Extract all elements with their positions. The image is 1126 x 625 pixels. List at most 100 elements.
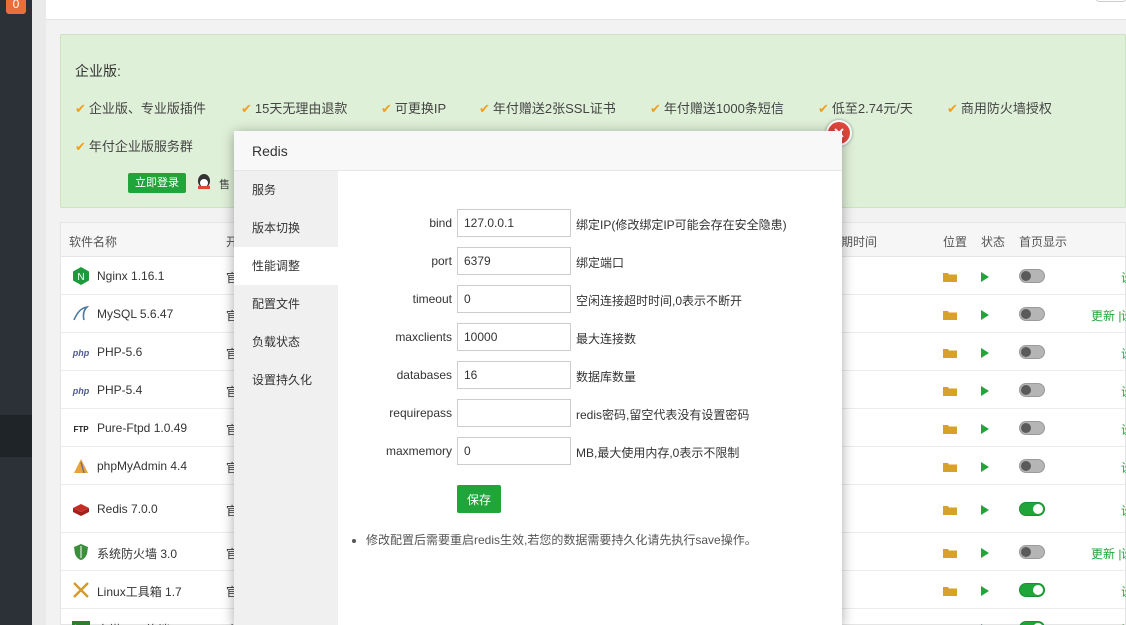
settings-link[interactable]: 设: [1121, 459, 1126, 476]
menu-item-load-status[interactable]: 负载状态: [234, 323, 338, 361]
phpmyadmin-icon: [74, 459, 88, 474]
home-display-toggle[interactable]: [1019, 383, 1045, 397]
folder-icon[interactable]: [943, 548, 957, 558]
login-button[interactable]: 立即登录: [128, 173, 186, 193]
check-icon: ✔: [947, 101, 958, 116]
folder-icon[interactable]: [943, 505, 957, 515]
home-display-toggle[interactable]: [1019, 502, 1045, 516]
field-hint: 绑定端口: [576, 256, 625, 270]
php-icon: php: [72, 386, 90, 396]
svg-text:N: N: [77, 272, 84, 283]
home-display-toggle[interactable]: [1019, 459, 1045, 473]
settings-link[interactable]: 设: [1121, 502, 1126, 519]
play-icon[interactable]: [981, 310, 989, 320]
home-display-toggle[interactable]: [1019, 545, 1045, 559]
qq-icon[interactable]: [193, 172, 215, 190]
promo-feature: ✔ 15天无理由退款: [241, 101, 348, 116]
check-icon: ✔: [381, 101, 392, 116]
promo-feature: ✔ 年付赠送2张SSL证书: [479, 101, 616, 116]
promo-feature: ✔ 商用防火墙授权: [947, 101, 1052, 116]
notification-badge[interactable]: 0: [6, 0, 26, 14]
play-icon[interactable]: [981, 386, 989, 396]
redis-icon: [73, 504, 89, 516]
home-display-toggle[interactable]: [1019, 421, 1045, 435]
field-hint: 最大连接数: [576, 332, 637, 346]
timeout-input[interactable]: [457, 285, 571, 313]
play-icon[interactable]: [981, 272, 989, 282]
home-display-toggle[interactable]: [1019, 621, 1045, 625]
play-icon[interactable]: [981, 548, 989, 558]
settings-link[interactable]: 设: [1121, 621, 1126, 625]
promo-feature: ✔ 低至2.74元/天: [818, 101, 913, 116]
play-icon[interactable]: [981, 586, 989, 596]
field-hint: 空闲连接超时时间,0表示不断开: [576, 294, 743, 308]
menu-item-performance[interactable]: 性能调整: [234, 247, 338, 285]
sidebar-active-band: [0, 415, 32, 457]
software-name: MySQL 5.6.47: [97, 307, 174, 321]
software-name: Redis 7.0.0: [97, 502, 158, 516]
check-icon: ✔: [75, 101, 86, 116]
field-hint: redis密码,留空代表没有设置密码: [576, 408, 750, 422]
check-icon: ✔: [479, 101, 490, 116]
update-link[interactable]: 更新 |: [1091, 545, 1121, 562]
bind-input[interactable]: [457, 209, 571, 237]
folder-icon[interactable]: [943, 586, 957, 596]
maxmemory-input[interactable]: [457, 437, 571, 465]
menu-item-version[interactable]: 版本切换: [234, 209, 338, 247]
save-button[interactable]: 保存: [457, 485, 501, 513]
settings-link[interactable]: 设: [1121, 345, 1126, 362]
home-display-toggle[interactable]: [1019, 583, 1045, 597]
home-display-toggle[interactable]: [1019, 307, 1045, 321]
toggle-knob: [1021, 271, 1031, 281]
toggle-knob: [1033, 585, 1043, 595]
port-input[interactable]: [457, 247, 571, 275]
folder-icon[interactable]: [943, 310, 957, 320]
promo-feature: ✔ 可更换IP: [381, 101, 447, 116]
settings-link[interactable]: 设: [1121, 421, 1126, 438]
play-icon[interactable]: [981, 424, 989, 434]
col-location: 位置: [943, 235, 968, 249]
promo-feature: ✔ 年付企业版服务群: [75, 139, 193, 154]
update-link[interactable]: 更新 |: [1091, 307, 1121, 324]
field-label: bind: [429, 216, 452, 230]
requirepass-input[interactable]: [457, 399, 571, 427]
terminal-icon: [72, 621, 90, 625]
databases-input[interactable]: [457, 361, 571, 389]
svg-text:php: php: [72, 348, 90, 358]
settings-link[interactable]: 设: [1121, 269, 1126, 286]
toolbox-icon: [73, 582, 89, 598]
settings-link[interactable]: 设: [1121, 583, 1126, 600]
toggle-knob: [1021, 547, 1031, 557]
folder-icon[interactable]: [943, 424, 957, 434]
menu-item-persistence[interactable]: 设置持久化: [234, 361, 338, 399]
menu-item-config-file[interactable]: 配置文件: [234, 285, 338, 323]
folder-icon[interactable]: [943, 462, 957, 472]
settings-link[interactable]: 设: [1121, 545, 1126, 562]
play-icon[interactable]: [981, 462, 989, 472]
field-label: requirepass: [389, 406, 452, 420]
folder-icon[interactable]: [943, 272, 957, 282]
home-display-toggle[interactable]: [1019, 269, 1045, 283]
settings-link[interactable]: 设: [1121, 383, 1126, 400]
ftp-icon: FTP: [73, 425, 89, 434]
promo-title: 企业版:: [75, 63, 121, 79]
folder-icon[interactable]: [943, 348, 957, 358]
settings-link[interactable]: 设: [1121, 307, 1126, 324]
mysql-icon: [73, 305, 90, 321]
field-hint: MB,最大使用内存,0表示不限制: [576, 446, 740, 460]
check-icon: ✔: [75, 139, 86, 154]
menu-item-service[interactable]: 服务: [234, 171, 338, 209]
left-sidebar: 0: [0, 0, 32, 625]
play-icon[interactable]: [981, 505, 989, 515]
promo-feature: ✔ 企业版、专业版插件: [75, 101, 206, 116]
play-icon[interactable]: [981, 348, 989, 358]
field-label: timeout: [412, 292, 452, 306]
home-display-toggle[interactable]: [1019, 345, 1045, 359]
col-home: 首页显示: [1019, 235, 1068, 249]
modal-title: Redis: [252, 143, 288, 159]
maxclients-input[interactable]: [457, 323, 571, 351]
folder-icon[interactable]: [943, 386, 957, 396]
qq-label: 售: [219, 179, 230, 191]
sidebar-gap: [32, 0, 46, 625]
toggle-knob: [1021, 461, 1031, 471]
